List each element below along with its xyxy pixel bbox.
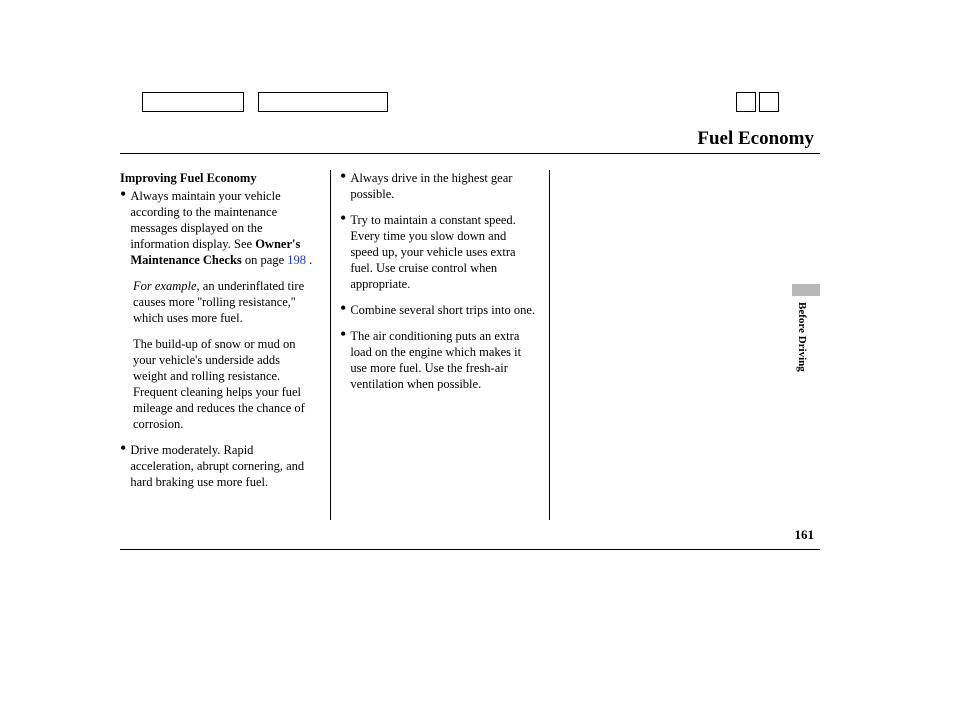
column-1: Improving Fuel Economy • Always maintain… (120, 170, 317, 500)
bullet-body: Drive moderately. Rapid acceleration, ab… (130, 442, 317, 490)
header-box-1 (142, 92, 244, 112)
page-number: 161 (795, 527, 815, 543)
header-square-1 (736, 92, 756, 112)
bullet-combine-trips: • Combine several short trips into one. (340, 302, 537, 318)
text-fragment: . (306, 253, 312, 267)
column-divider-2 (549, 170, 550, 520)
title-rule (120, 153, 820, 154)
bullet-body: The air conditioning puts an extra load … (350, 328, 537, 392)
section-tab-indicator (792, 284, 820, 296)
bullet-constant-speed: • Try to maintain a constant speed. Ever… (340, 212, 537, 292)
snow-mud-paragraph: The build-up of snow or mud on your vehi… (133, 336, 317, 432)
header-box-2 (258, 92, 388, 112)
page-title: Fuel Economy (697, 128, 814, 150)
bottom-rule (120, 549, 820, 550)
for-example-lead: For example, (133, 279, 200, 293)
bullet-dot-icon: • (340, 302, 350, 318)
bullet-air-conditioning: • The air conditioning puts an extra loa… (340, 328, 537, 392)
bullet-dot-icon: • (340, 170, 350, 202)
bullet-body: Always maintain your vehicle according t… (130, 188, 317, 268)
bullet-dot-icon: • (340, 328, 350, 392)
bullet-body: Try to maintain a constant speed. Every … (350, 212, 537, 292)
bullet-maintain-vehicle: • Always maintain your vehicle according… (120, 188, 317, 268)
bullet-dot-icon: • (120, 188, 130, 268)
bullet-body: Always drive in the highest gear possibl… (350, 170, 537, 202)
header-square-2 (759, 92, 779, 112)
column-divider-1 (330, 170, 331, 520)
column-2: • Always drive in the highest gear possi… (340, 170, 537, 402)
bullet-dot-icon: • (340, 212, 350, 292)
bullet-drive-moderately: • Drive moderately. Rapid acceleration, … (120, 442, 317, 490)
section-tab-label: Before Driving (796, 302, 808, 372)
section-heading: Improving Fuel Economy (120, 170, 317, 186)
text-fragment: on page (242, 253, 287, 267)
bullet-body: Combine several short trips into one. (350, 302, 537, 318)
example-paragraph: For example, an underinflated tire cause… (133, 278, 317, 326)
page-link-198[interactable]: 198 (287, 253, 306, 267)
page: Fuel Economy Improving Fuel Economy • Al… (0, 0, 954, 710)
bullet-dot-icon: • (120, 442, 130, 490)
bullet-highest-gear: • Always drive in the highest gear possi… (340, 170, 537, 202)
